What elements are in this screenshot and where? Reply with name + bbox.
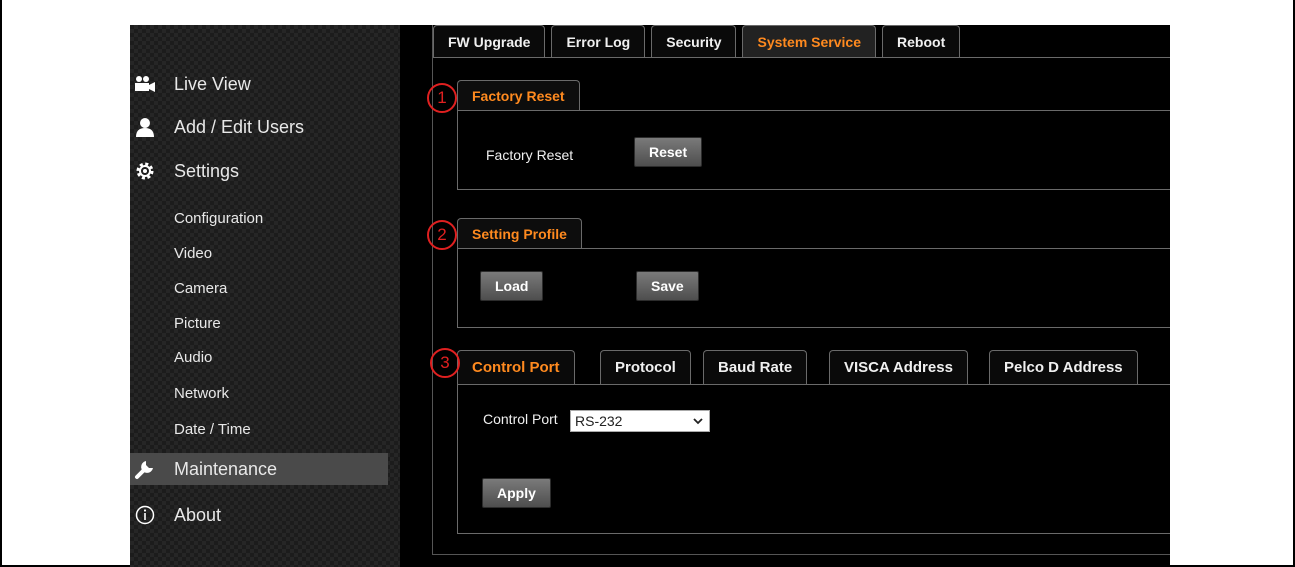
sidebar-item-date-time[interactable]: Date / Time <box>174 421 251 438</box>
load-button[interactable]: Load <box>480 271 544 301</box>
sidebar-item-camera[interactable]: Camera <box>174 280 227 297</box>
sidebar-item-maintenance[interactable]: Maintenance <box>130 453 388 485</box>
apply-button[interactable]: Apply <box>482 478 551 508</box>
annotation-marker-3: 3 <box>430 348 460 378</box>
gear-icon <box>134 160 156 182</box>
tab-baud-rate[interactable]: Baud Rate <box>703 350 808 384</box>
sidebar-item-settings[interactable]: Settings <box>130 155 388 187</box>
main-content: FW Upgrade Error Log Security System Ser… <box>432 25 1170 555</box>
sidebar-item-configuration[interactable]: Configuration <box>174 210 263 227</box>
top-tab-bar: FW Upgrade Error Log Security System Ser… <box>433 25 966 57</box>
tab-protocol[interactable]: Protocol <box>600 350 691 384</box>
factory-reset-section: Factory Reset Reset <box>457 110 1170 190</box>
sidebar-item-add-edit-users[interactable]: Add / Edit Users <box>130 111 388 143</box>
annotation-marker-2: 2 <box>427 220 457 250</box>
factory-reset-title: Factory Reset <box>457 80 580 110</box>
tab-reboot[interactable]: Reboot <box>882 25 961 57</box>
reset-button[interactable]: Reset <box>634 137 703 167</box>
camera-web-ui: Live View Add / Edit Users Settings Conf… <box>130 25 1170 567</box>
sidebar-item-picture[interactable]: Picture <box>174 315 221 332</box>
user-icon <box>134 116 156 138</box>
tab-fw-upgrade[interactable]: FW Upgrade <box>433 25 546 57</box>
sidebar-item-video[interactable]: Video <box>174 245 212 262</box>
control-port-label: Control Port <box>483 411 558 427</box>
wrench-icon <box>134 458 156 480</box>
tab-error-log[interactable]: Error Log <box>551 25 646 57</box>
sidebar-item-label: Add / Edit Users <box>174 116 305 137</box>
save-button[interactable]: Save <box>636 271 699 301</box>
control-port-section: Control Port RS-232 Apply <box>457 384 1170 534</box>
tab-security[interactable]: Security <box>651 25 737 57</box>
sidebar-item-label: Live View <box>174 73 251 94</box>
sidebar-item-label: Maintenance <box>174 458 278 479</box>
tab-visca-address[interactable]: VISCA Address <box>829 350 968 384</box>
setting-profile-title: Setting Profile <box>457 218 582 248</box>
video-camera-icon <box>134 73 156 95</box>
setting-profile-section: Load Save <box>457 248 1170 328</box>
annotation-marker-1: 1 <box>427 83 457 113</box>
tab-control-port[interactable]: Control Port <box>457 350 575 384</box>
sidebar-item-network[interactable]: Network <box>174 385 229 402</box>
control-port-select[interactable]: RS-232 <box>570 410 710 432</box>
tab-divider <box>433 57 1170 58</box>
tab-system-service[interactable]: System Service <box>742 25 877 57</box>
sidebar: Live View Add / Edit Users Settings Conf… <box>130 25 400 567</box>
sidebar-item-about[interactable]: About <box>130 499 388 531</box>
control-port-value: RS-232 <box>575 413 623 429</box>
sidebar-item-label: Settings <box>174 160 240 181</box>
tab-pelco-d-address[interactable]: Pelco D Address <box>989 350 1138 384</box>
info-icon <box>134 504 156 526</box>
chevron-down-icon <box>693 414 703 431</box>
sidebar-item-live-view[interactable]: Live View <box>130 68 388 100</box>
sidebar-item-label: About <box>174 504 222 525</box>
factory-reset-label: Factory Reset <box>486 147 574 163</box>
sidebar-item-audio[interactable]: Audio <box>174 349 212 366</box>
